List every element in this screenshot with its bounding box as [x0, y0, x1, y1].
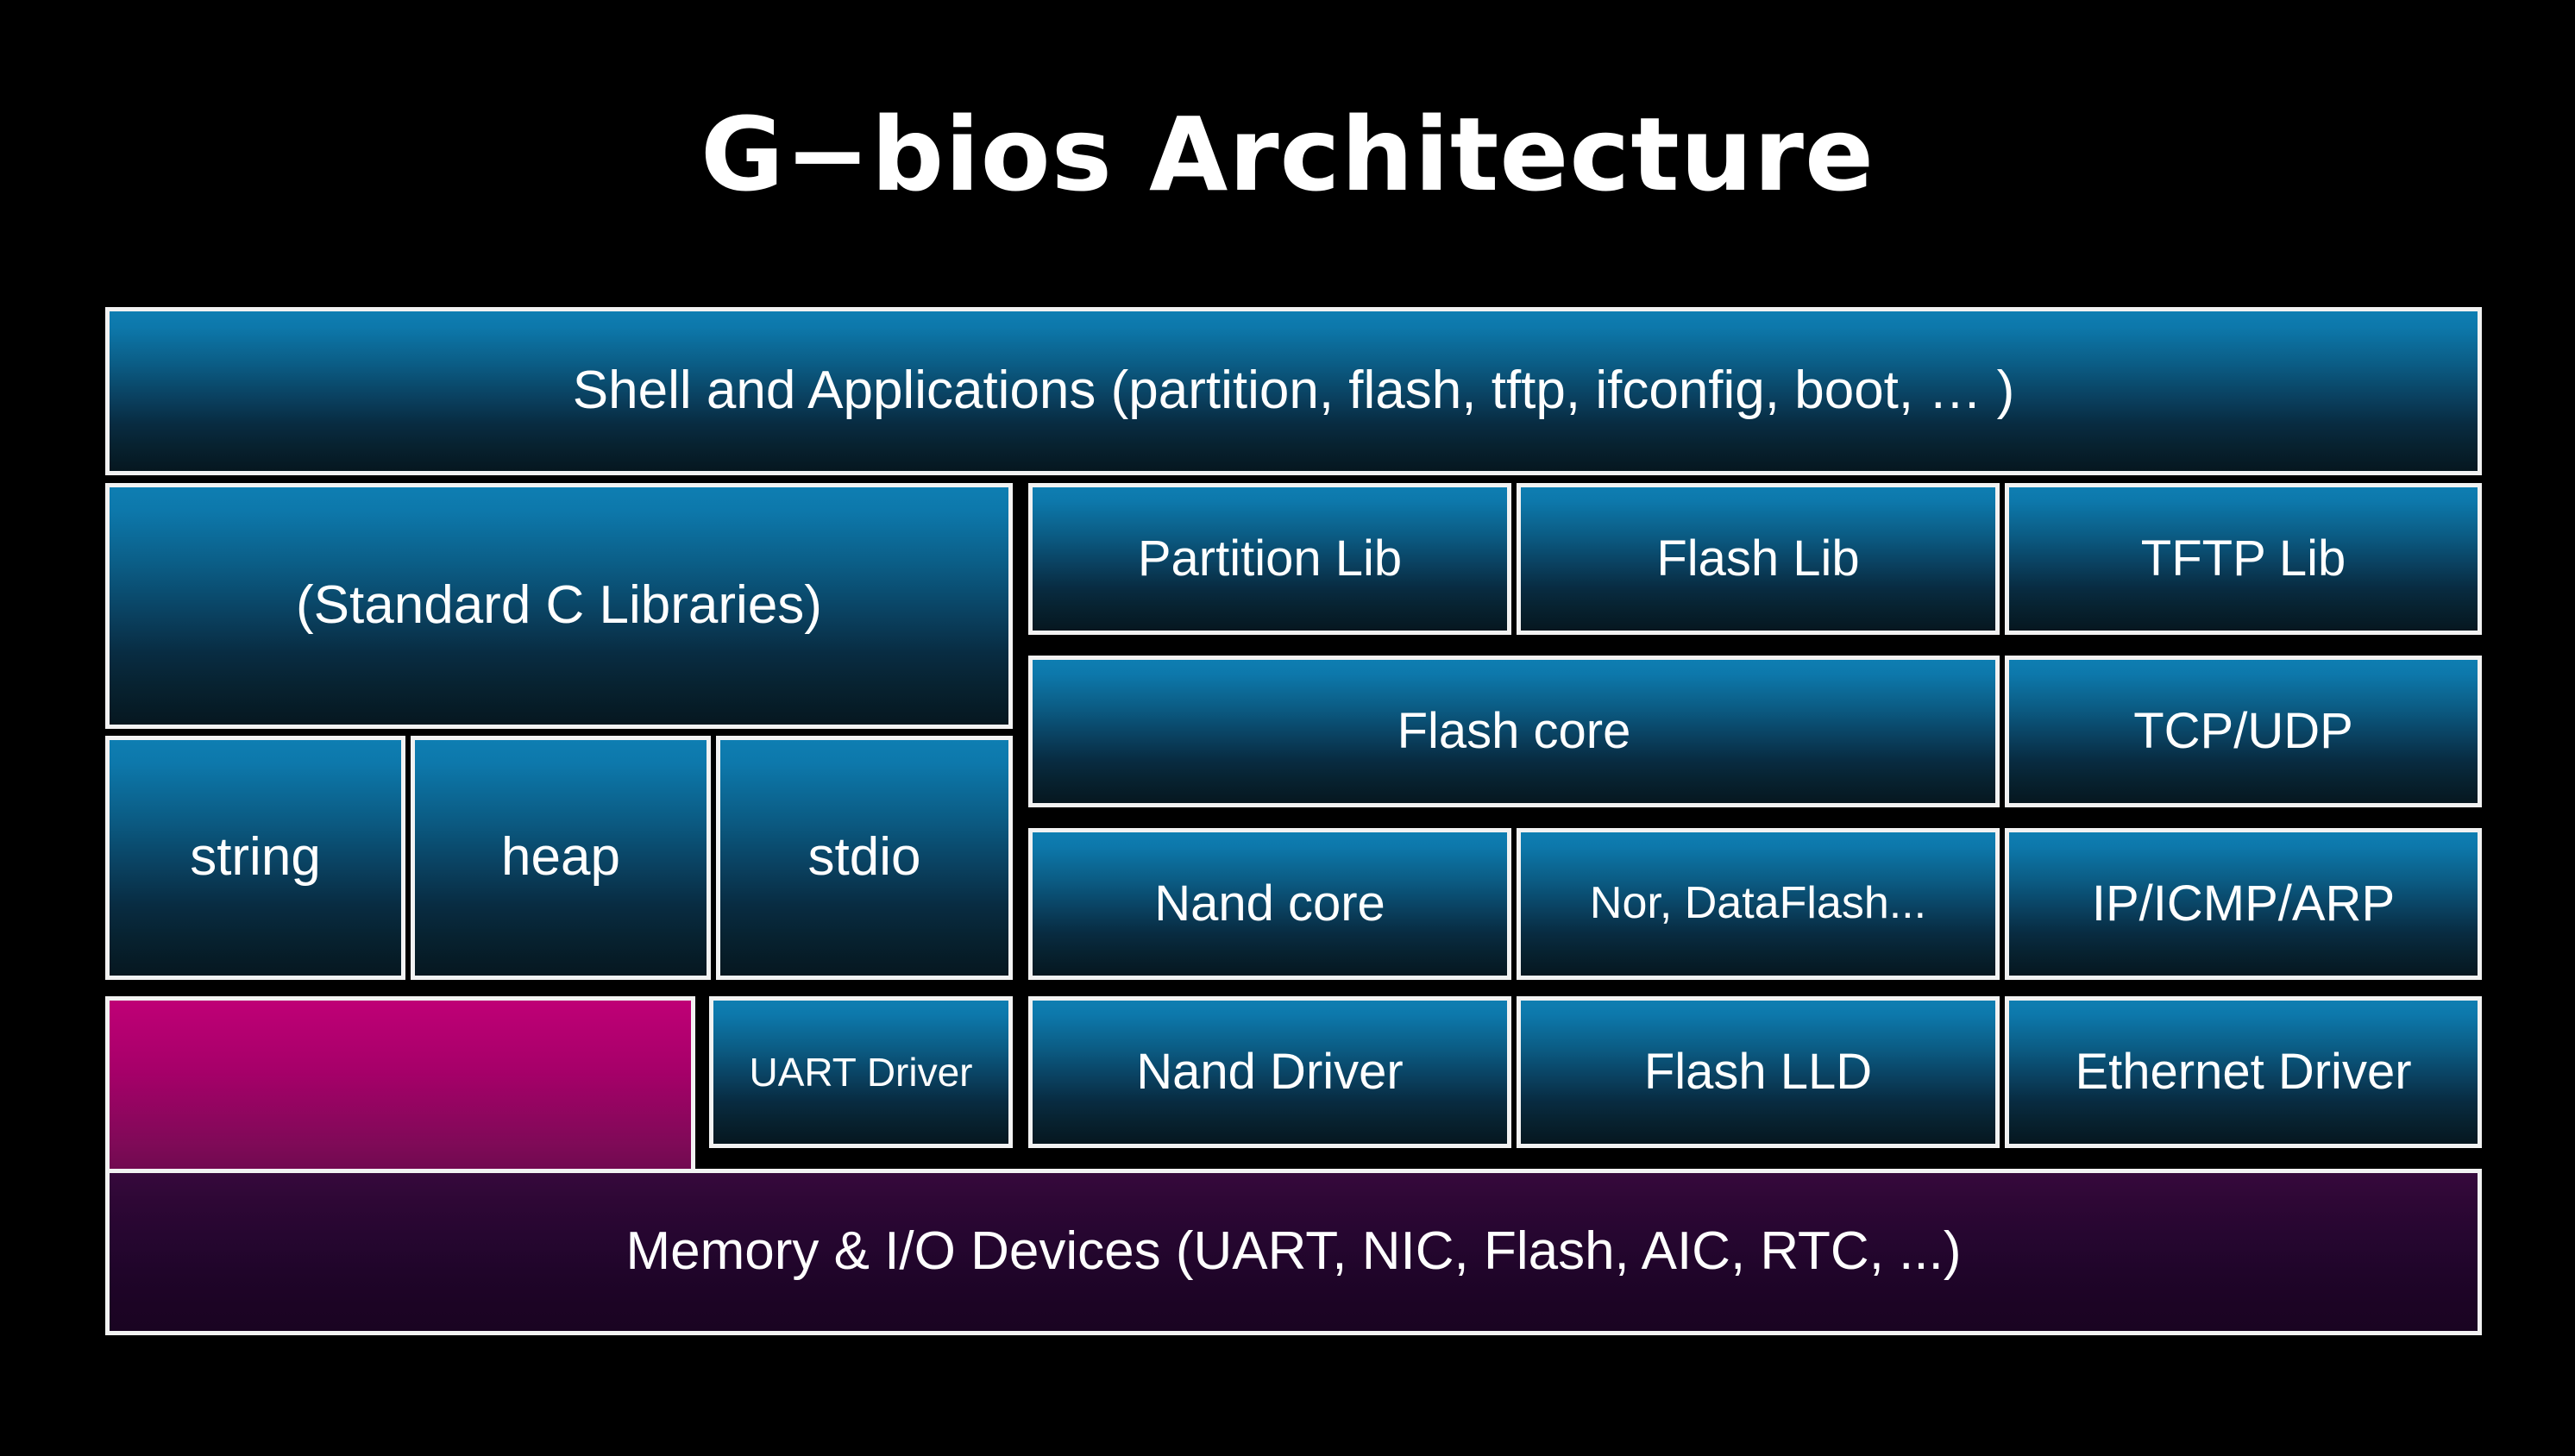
block-flash-core: Flash core	[1028, 656, 2000, 807]
block-label: TCP/UDP	[2133, 703, 2353, 760]
block-label: Flash core	[1397, 703, 1631, 760]
block-tftp-lib: TFTP Lib	[2005, 483, 2482, 635]
block-ethernet-driver: Ethernet Driver	[2005, 996, 2482, 1148]
block-label: stdio	[807, 827, 921, 888]
block-label: Nand core	[1154, 875, 1385, 932]
block-memory-and-io-devices: Memory & I/O Devices (UART, NIC, Flash, …	[105, 1169, 2482, 1335]
page-title: G−bios Architecture	[700, 95, 1875, 214]
block-flash-lld: Flash LLD	[1517, 996, 2000, 1148]
block-label: Flash LLD	[1643, 1044, 1873, 1101]
block-label: Ethernet Driver	[2075, 1044, 2412, 1101]
architecture-diagram: G−bios Architecture Shell and Applicatio…	[0, 0, 2575, 1456]
block-label: Nand Driver	[1136, 1044, 1404, 1101]
block-ip-icmp-arp: IP/ICMP/ARP	[2005, 828, 2482, 980]
block-tcp-udp: TCP/UDP	[2005, 656, 2482, 807]
block-label: Partition Lib	[1137, 530, 1403, 587]
block-label: Shell and Applications (partition, flash…	[572, 361, 2015, 421]
block-label: Flash Lib	[1656, 530, 1860, 587]
block-label: IP/ICMP/ARP	[2091, 875, 2396, 932]
block-standard-c-libraries: (Standard C Libraries)	[105, 483, 1013, 729]
block-shell-and-applications: Shell and Applications (partition, flash…	[105, 307, 2482, 475]
block-label: heap	[501, 827, 620, 888]
block-heap: heap	[411, 736, 711, 980]
block-partition-lib: Partition Lib	[1028, 483, 1511, 635]
block-label: string	[190, 827, 321, 888]
block-label: UART Driver	[749, 1049, 973, 1095]
block-uart-driver: UART Driver	[709, 996, 1013, 1148]
block-string: string	[105, 736, 405, 980]
block-label: Memory & I/O Devices (UART, NIC, Flash, …	[625, 1221, 1962, 1282]
block-label: Nor, DataFlash...	[1589, 878, 1927, 929]
block-label: TFTP Lib	[2140, 530, 2346, 587]
block-nand-driver: Nand Driver	[1028, 996, 1511, 1148]
block-nand-core: Nand core	[1028, 828, 1511, 980]
block-flash-lib: Flash Lib	[1517, 483, 2000, 635]
block-nor-dataflash: Nor, DataFlash...	[1517, 828, 2000, 980]
block-stdio: stdio	[716, 736, 1013, 980]
block-label: (Standard C Libraries)	[296, 575, 822, 636]
